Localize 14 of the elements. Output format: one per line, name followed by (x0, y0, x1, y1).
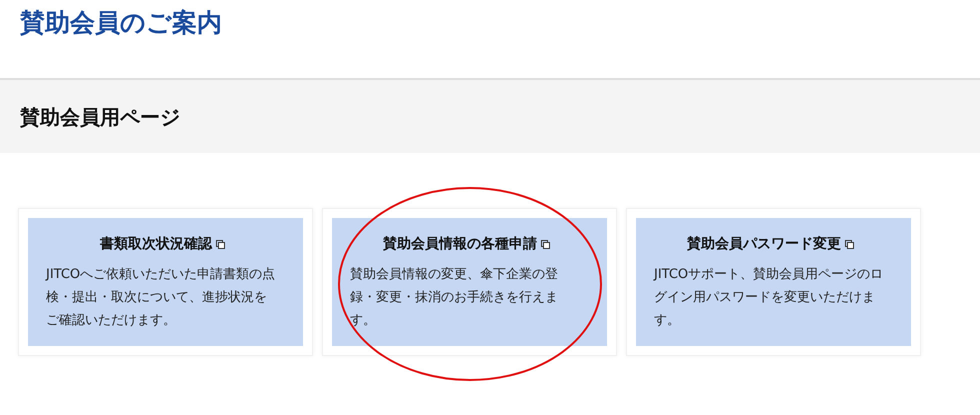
card-title[interactable]: 賛助会員情報の各種申請 (383, 234, 537, 255)
new-window-icon (845, 240, 854, 249)
card-description: 賛助会員情報の変更、傘下企業の登録・変更・抹消のお手続きを行えます。 (350, 266, 559, 330)
new-window-icon (216, 240, 225, 249)
card-description: JITCOへご依頼いただいた申請書類の点検・提出・取次について、進捗状況をご確認いただけます。 (46, 266, 276, 330)
link-card[interactable]: 賛助会員パスワード変更 JITCOサポート、賛助会員用ページのログイン用パスワードを変更いただけます。 (626, 208, 921, 356)
link-card[interactable]: 賛助会員情報の各種申請 賛助会員情報の変更、傘下企業の登録・変更・抹消のお手続きを行えます。 (322, 208, 617, 356)
section-title: 賛助会員用ページ (20, 104, 180, 128)
card-title[interactable]: 書類取次状況確認 (100, 234, 212, 255)
link-card[interactable]: 書類取次状況確認 JITCOへご依頼いただいた申請書類の点検・提出・取次について、進捗状況をご確認いただけます。 (18, 208, 313, 356)
new-window-icon (541, 240, 550, 249)
page-title: 賛助会員のご案内 (19, 7, 223, 39)
card-title[interactable]: 賛助会員パスワード変更 (687, 234, 841, 255)
card-description: JITCOサポート、賛助会員用ページのログイン用パスワードを変更いただけます。 (654, 266, 884, 330)
